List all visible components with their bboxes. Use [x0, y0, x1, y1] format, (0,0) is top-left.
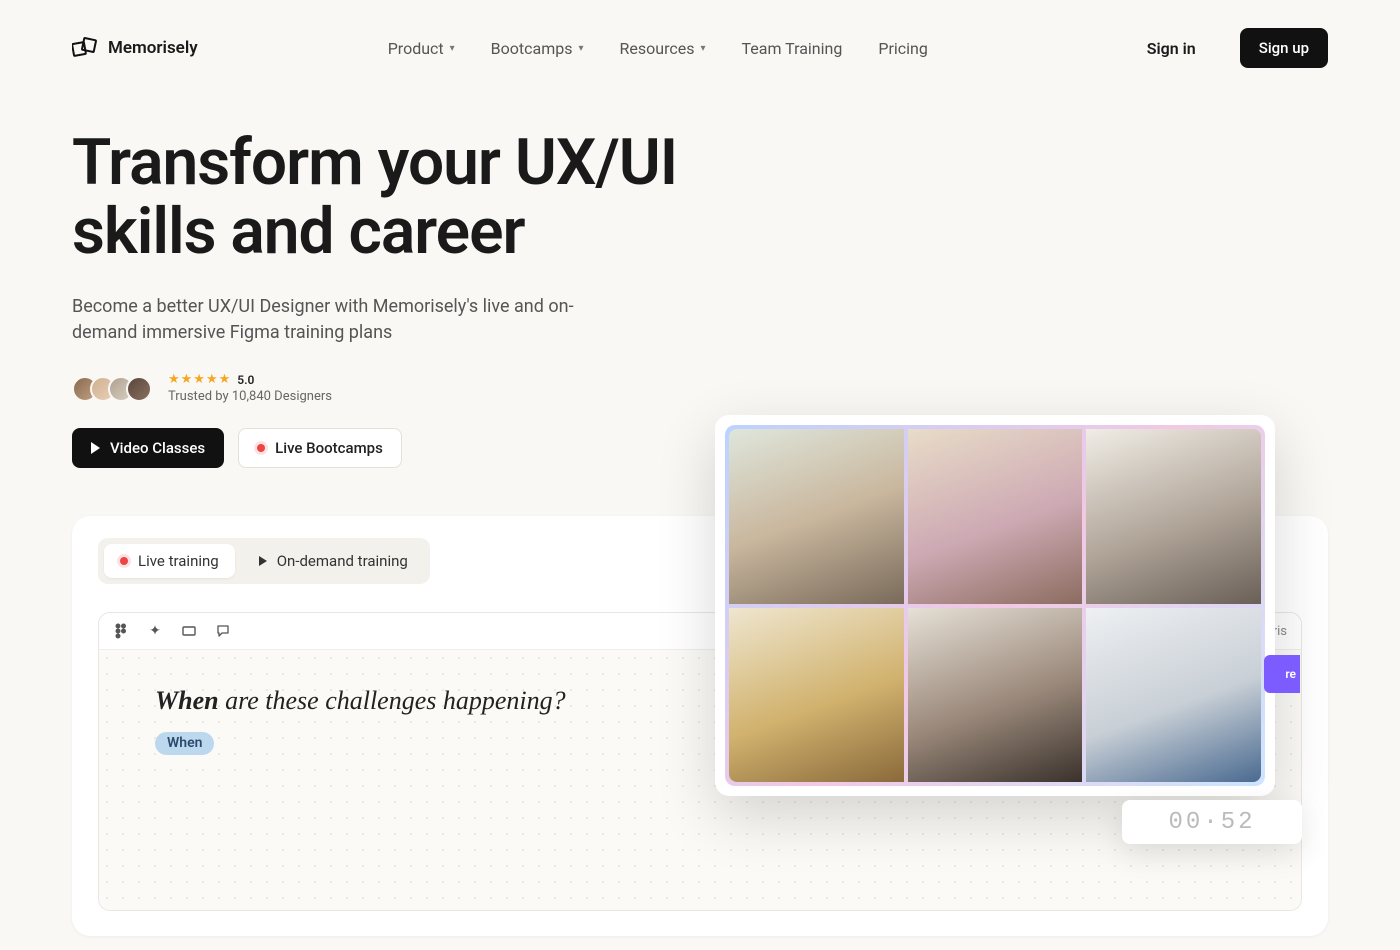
prompt-bold: When	[155, 686, 219, 715]
logo-icon	[72, 37, 98, 59]
brand-logo[interactable]: Memorisely	[72, 37, 198, 59]
rating-value: 5.0	[237, 373, 254, 389]
page-title: Transform your UX/UI skills and career	[72, 128, 748, 266]
chevron-down-icon: ▾	[578, 43, 583, 54]
video-call-card	[715, 415, 1275, 796]
nav-product[interactable]: Product ▾	[388, 39, 455, 58]
share-label: re	[1285, 667, 1296, 681]
prompt-when: When are these challenges happening? Whe…	[155, 684, 566, 910]
timer-card: 00·52	[1122, 800, 1302, 844]
nav-resources[interactable]: Resources ▾	[620, 39, 706, 58]
sparkle-icon[interactable]: ✦	[147, 623, 163, 639]
participant-tile[interactable]	[729, 429, 904, 604]
signin-link[interactable]: Sign in	[1147, 39, 1196, 58]
trust-meta: ★★★★★ 5.0 Trusted by 10,840 Designers	[168, 372, 332, 406]
page-subtitle: Become a better UX/UI Designer with Memo…	[72, 294, 592, 346]
nav-bootcamps[interactable]: Bootcamps ▾	[491, 39, 584, 58]
live-dot-icon	[257, 444, 265, 452]
participant-tile[interactable]	[729, 608, 904, 783]
play-icon	[259, 556, 267, 566]
cta-label: Live Bootcamps	[275, 439, 383, 457]
nav-label: Pricing	[878, 39, 928, 58]
nav-team-training[interactable]: Team Training	[741, 39, 842, 58]
share-button-peek[interactable]: re	[1264, 655, 1300, 693]
video-grid	[729, 429, 1261, 782]
preview-tabbar: Live training On-demand training	[98, 538, 430, 584]
play-icon	[91, 442, 100, 454]
trusted-by-text: Trusted by 10,840 Designers	[168, 389, 332, 406]
participant-tile[interactable]	[908, 429, 1083, 604]
site-header: Memorisely Product ▾ Bootcamps ▾ Resourc…	[0, 0, 1400, 78]
primary-nav: Product ▾ Bootcamps ▾ Resources ▾ Team T…	[388, 39, 928, 58]
brand-name: Memorisely	[108, 38, 198, 58]
signup-button[interactable]: Sign up	[1240, 28, 1328, 68]
prompt-rest: are these challenges happening?	[219, 686, 566, 715]
tab-live-training[interactable]: Live training	[104, 544, 235, 578]
figma-logo-icon[interactable]	[113, 623, 129, 639]
live-dot-icon	[120, 557, 128, 565]
cta-label: Video Classes	[110, 439, 205, 457]
timer-value: 00·52	[1168, 809, 1255, 836]
tag-when[interactable]: When	[155, 732, 214, 755]
video-classes-button[interactable]: Video Classes	[72, 428, 224, 468]
participant-tile[interactable]	[1086, 608, 1261, 783]
trust-avatars	[72, 376, 152, 402]
star-rating-icon: ★★★★★	[168, 372, 231, 389]
participant-tile[interactable]	[1086, 429, 1261, 604]
avatar	[126, 376, 152, 402]
comment-icon[interactable]	[215, 623, 231, 639]
tab-ondemand-training[interactable]: On-demand training	[243, 544, 424, 578]
nav-label: Product	[388, 39, 444, 58]
tab-label: On-demand training	[277, 552, 408, 570]
trust-row: ★★★★★ 5.0 Trusted by 10,840 Designers	[72, 372, 748, 406]
frame-icon[interactable]	[181, 623, 197, 639]
chevron-down-icon: ▾	[700, 43, 705, 54]
participant-tile[interactable]	[908, 608, 1083, 783]
nav-label: Resources	[620, 39, 695, 58]
nav-pricing[interactable]: Pricing	[878, 39, 928, 58]
nav-label: Bootcamps	[491, 39, 573, 58]
hero-cta-row: Video Classes Live Bootcamps	[72, 428, 748, 468]
nav-label: Team Training	[741, 39, 842, 58]
tab-label: Live training	[138, 552, 219, 570]
hero-section: Transform your UX/UI skills and career B…	[0, 78, 820, 468]
live-bootcamps-button[interactable]: Live Bootcamps	[238, 428, 402, 468]
chevron-down-icon: ▾	[450, 43, 455, 54]
signup-label: Sign up	[1259, 39, 1309, 57]
